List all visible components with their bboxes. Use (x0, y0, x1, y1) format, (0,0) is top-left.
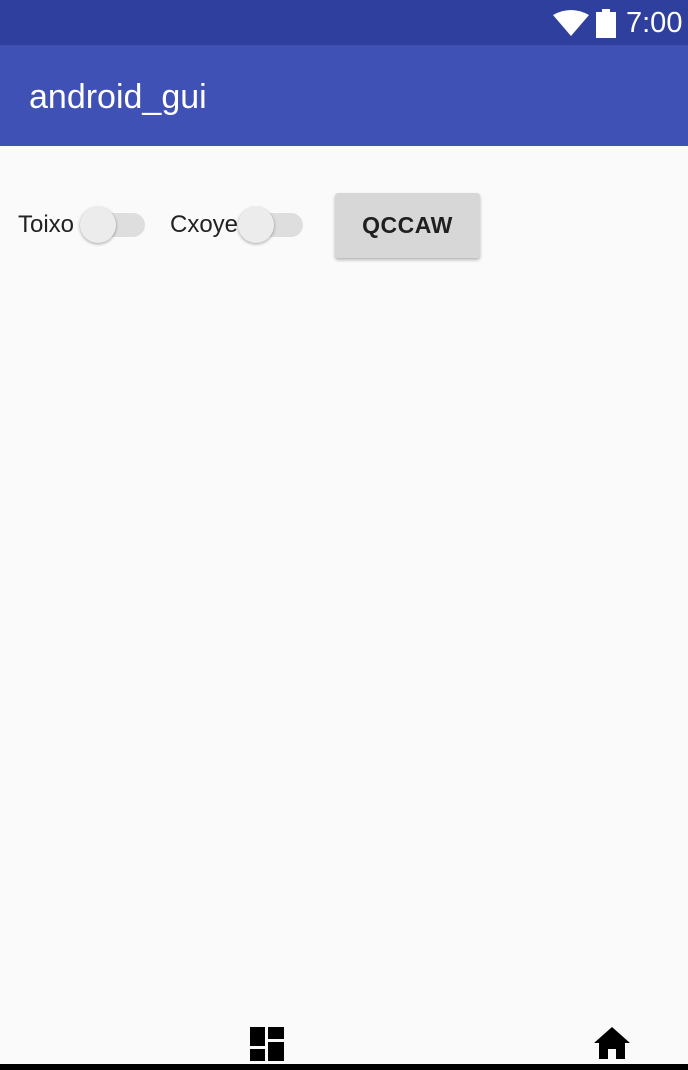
home-icon[interactable] (594, 1026, 630, 1060)
switch-cxoye[interactable] (238, 207, 274, 243)
bottom-edge (0, 1064, 688, 1070)
switch-label-toixo: Toixo (18, 211, 75, 238)
app-bar: android_gui (0, 45, 688, 146)
switch-toixo[interactable] (80, 207, 116, 243)
status-time: 7:00 (626, 7, 683, 39)
overview-icon[interactable] (250, 1027, 284, 1061)
app-title: android_gui (29, 78, 207, 116)
switch-label-cxoye: Cxoye (170, 211, 239, 238)
status-bar: 7:00 (0, 0, 688, 45)
qccaw-button[interactable]: QCCAW (335, 193, 480, 258)
battery-icon (596, 9, 616, 38)
wifi-icon (553, 10, 589, 36)
